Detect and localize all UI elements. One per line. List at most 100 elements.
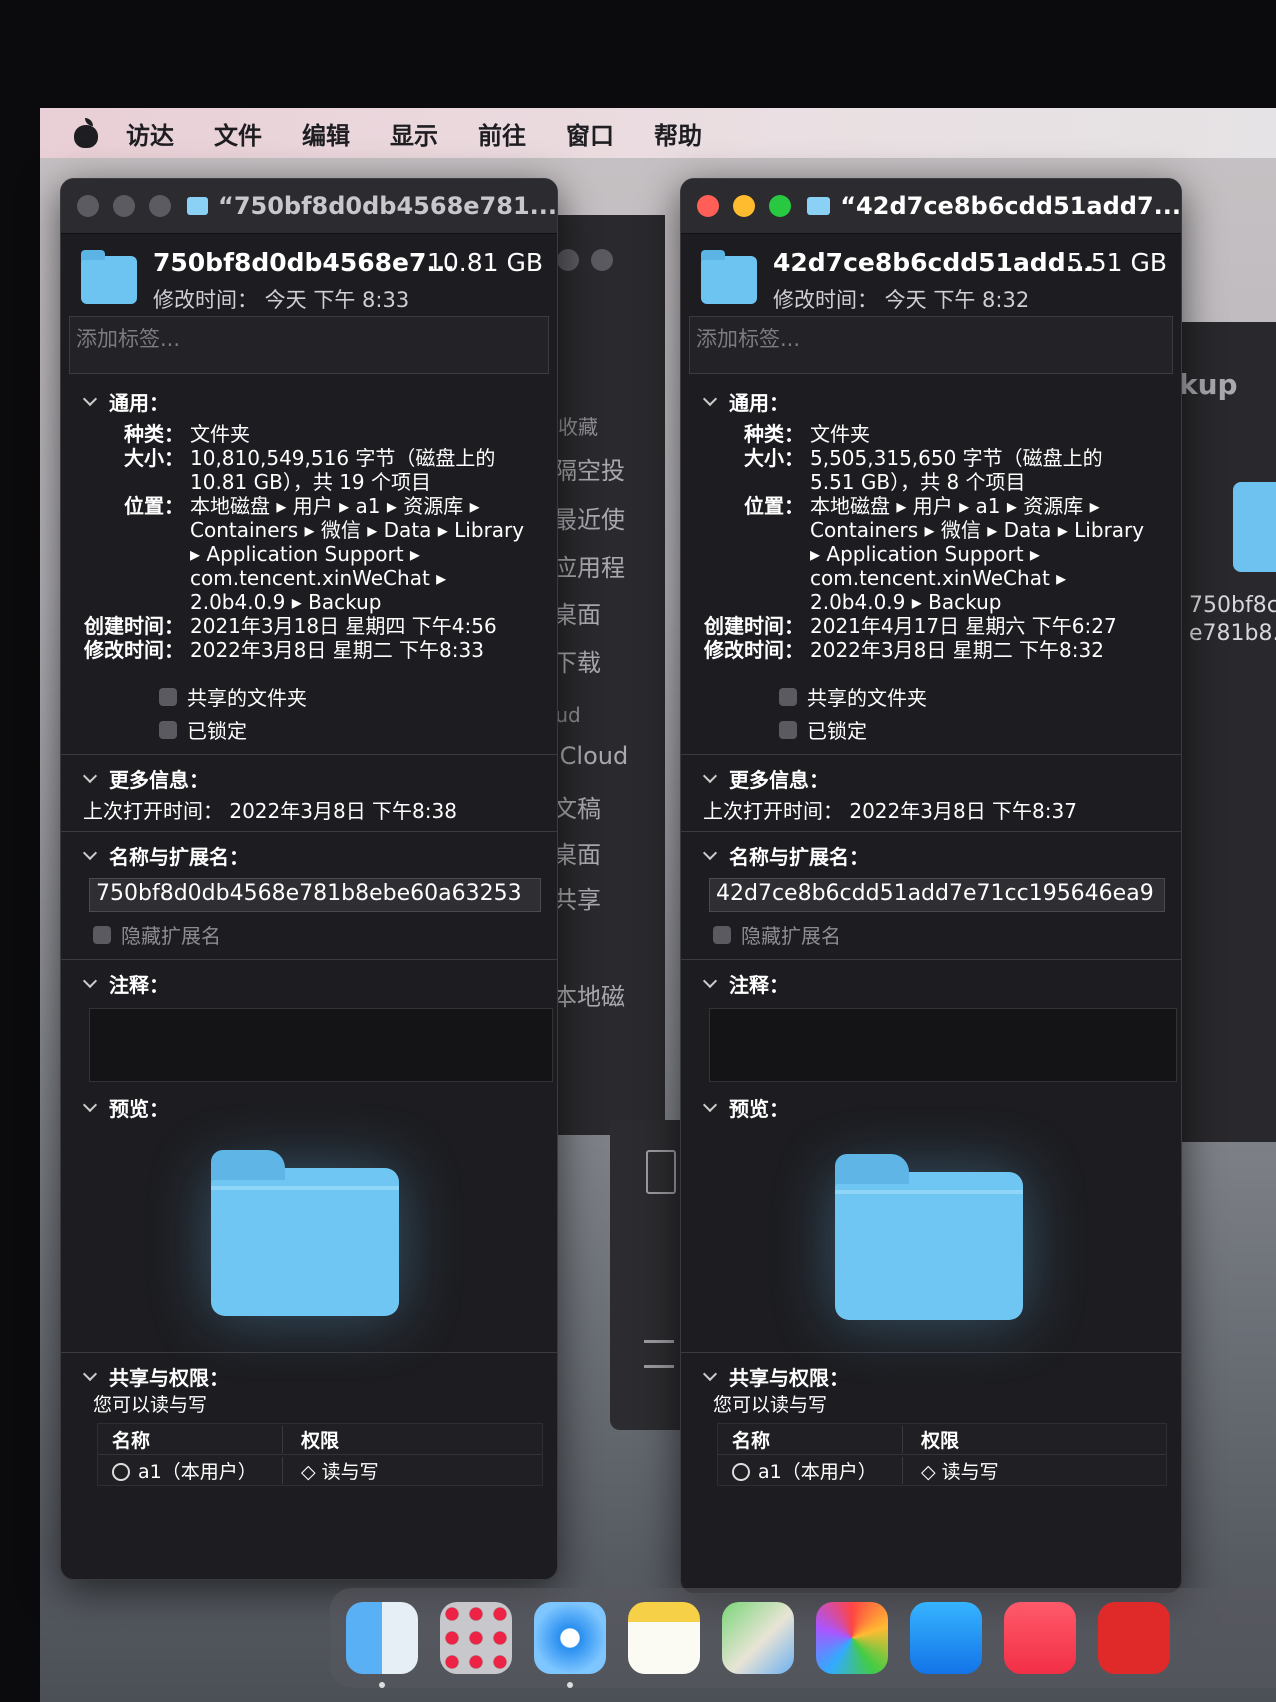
preview-area [703, 1124, 1181, 1344]
shared-folder-checkbox[interactable]: 共享的文件夹 [779, 680, 1181, 713]
locked-checkbox[interactable]: 已锁定 [159, 713, 557, 746]
menu-help[interactable]: 帮助 [654, 116, 702, 151]
close-button[interactable] [697, 195, 719, 217]
section-header-name-extension[interactable]: 名称与扩展名： [702, 838, 1181, 872]
modified-value: 2022年3月8日 星期二 下午8:33 [190, 638, 484, 662]
menu-window[interactable]: 窗口 [566, 116, 614, 151]
chevron-down-icon [702, 973, 718, 989]
section-general: 通用： 种类： 文件夹 大小： 10,810,549,516 字节（磁盘上的 10.8… [61, 384, 557, 746]
info-window-right: “42d7ce8b6cdd51add7... 42d7ce8b6cdd51add… [680, 178, 1182, 1594]
menu-file[interactable]: 文件 [214, 116, 262, 151]
safari-icon[interactable] [534, 1602, 606, 1688]
folder-icon [807, 197, 831, 215]
chevron-down-icon [702, 845, 718, 861]
section-header-preview[interactable]: 预览： [702, 1090, 1181, 1124]
modified-label: 修改时间： [84, 638, 184, 662]
photos-icon[interactable] [816, 1602, 888, 1674]
column-header-permission[interactable]: 权限 [903, 1426, 959, 1453]
checkbox[interactable] [93, 925, 111, 944]
zoom-button[interactable] [149, 195, 171, 217]
column-header-name[interactable]: 名称 [718, 1425, 903, 1453]
window-title: “750bf8d0db4568e781... [218, 192, 557, 220]
comments-field[interactable] [709, 1008, 1177, 1082]
hide-extension-checkbox[interactable]: 隐藏扩展名 [93, 918, 557, 951]
document-icon [646, 1150, 676, 1194]
locked-checkbox[interactable]: 已锁定 [779, 713, 1181, 746]
minimize-button[interactable] [733, 195, 755, 217]
netease-music-icon[interactable] [1098, 1602, 1170, 1674]
zoom-button[interactable] [769, 195, 791, 217]
column-header-name[interactable]: 名称 [98, 1425, 283, 1453]
chevron-down-icon [82, 1366, 98, 1382]
section-header-sharing[interactable]: 共享与权限： [82, 1359, 557, 1393]
window-title: “42d7ce8b6cdd51add7... [840, 192, 1181, 220]
window-controls[interactable] [77, 195, 171, 217]
folder-icon [701, 250, 757, 304]
section-header-preview[interactable]: 预览： [82, 1090, 557, 1124]
name-field[interactable]: 750bf8d0db4568e781b8ebe60a63253 [89, 878, 541, 912]
maps-icon[interactable] [722, 1602, 794, 1674]
section-header-comments[interactable]: 注释： [82, 966, 557, 1000]
app-store-icon[interactable] [910, 1602, 982, 1674]
user-cell: a1（本用户） [718, 1456, 903, 1484]
apple-menu-icon[interactable] [72, 118, 100, 148]
window-controls[interactable] [697, 195, 791, 217]
music-icon[interactable] [1004, 1602, 1076, 1674]
section-header-comments[interactable]: 注释： [702, 966, 1181, 1000]
section-header-general[interactable]: 通用： [702, 384, 1181, 418]
section-header-general[interactable]: 通用： [82, 384, 557, 418]
folder-preview-icon [211, 1150, 399, 1316]
where-value: 本地磁盘 ▸ 用户 ▸ a1 ▸ 资源库 ▸ Containers ▸ 微信 ▸ … [190, 494, 525, 614]
section-more-info: 更多信息： 上次打开时间： 2022年3月8日 下午8:38 [61, 761, 557, 823]
last-opened: 上次打开时间： 2022年3月8日 下午8:37 [703, 799, 1077, 823]
chevron-down-icon [82, 1097, 98, 1113]
general-details: 种类： 文件夹 大小： 10,810,549,516 字节（磁盘上的 10.81 GB… [79, 422, 557, 662]
section-header-name-extension[interactable]: 名称与扩展名： [82, 838, 557, 872]
section-header-more-info[interactable]: 更多信息： [82, 761, 557, 795]
tags-input[interactable]: 添加标签... [689, 316, 1173, 374]
section-more-info: 更多信息： 上次打开时间： 2022年3月8日 下午8:37 [681, 761, 1181, 823]
checkbox[interactable] [159, 687, 177, 706]
section-comments: 注释： [61, 966, 557, 1082]
last-opened: 上次打开时间： 2022年3月8日 下午8:38 [83, 799, 457, 823]
where-value: 本地磁盘 ▸ 用户 ▸ a1 ▸ 资源库 ▸ Containers ▸ 微信 ▸ … [810, 494, 1145, 614]
user-icon [732, 1462, 750, 1481]
checkbox[interactable] [779, 687, 797, 706]
list-icon [644, 1340, 674, 1368]
section-header-sharing[interactable]: 共享与权限： [702, 1359, 1181, 1393]
created-label: 创建时间： [84, 614, 184, 638]
chevron-down-icon [702, 391, 718, 407]
section-header-more-info[interactable]: 更多信息： [702, 761, 1181, 795]
section-preview: 预览： [61, 1090, 557, 1344]
chevron-down-icon [702, 768, 718, 784]
folder-icon[interactable] [1233, 482, 1276, 572]
hide-extension-checkbox[interactable]: 隐藏扩展名 [713, 918, 1181, 951]
item-name: 42d7ce8b6cdd51add... [773, 248, 1095, 277]
checkbox[interactable] [713, 925, 731, 944]
finder-icon[interactable] [346, 1602, 418, 1688]
checkbox[interactable] [159, 720, 177, 739]
checkbox[interactable] [779, 720, 797, 739]
column-header-permission[interactable]: 权限 [283, 1426, 339, 1453]
name-field[interactable]: 42d7ce8b6cdd51add7e71cc195646ea9 [709, 878, 1165, 912]
comments-field[interactable] [89, 1008, 553, 1082]
modified-label: 修改时间： [704, 638, 804, 662]
user-cell: a1（本用户） [98, 1456, 283, 1484]
launchpad-icon[interactable] [440, 1602, 512, 1674]
permission-popup[interactable]: ◇ 读与写 [903, 1457, 999, 1484]
menu-finder[interactable]: 访达 [126, 116, 174, 151]
item-name: 750bf8d0db4568e7... [153, 248, 455, 277]
menu-go[interactable]: 前往 [478, 116, 526, 151]
permission-popup[interactable]: ◇ 读与写 [283, 1457, 379, 1484]
chevron-down-icon [702, 1097, 718, 1113]
notes-icon[interactable] [628, 1602, 700, 1674]
tags-input[interactable]: 添加标签... [69, 316, 549, 374]
section-general: 通用： 种类： 文件夹 大小： 5,505,315,650 字节（磁盘上的 5.51 … [681, 384, 1181, 746]
menu-view[interactable]: 显示 [390, 116, 438, 151]
where-label: 位置： [744, 494, 804, 518]
shared-folder-checkbox[interactable]: 共享的文件夹 [159, 680, 557, 713]
close-button[interactable] [77, 195, 99, 217]
minimize-button[interactable] [113, 195, 135, 217]
menu-edit[interactable]: 编辑 [302, 116, 350, 151]
folder-caption: 750bf8ce781b8... [1189, 593, 1276, 646]
